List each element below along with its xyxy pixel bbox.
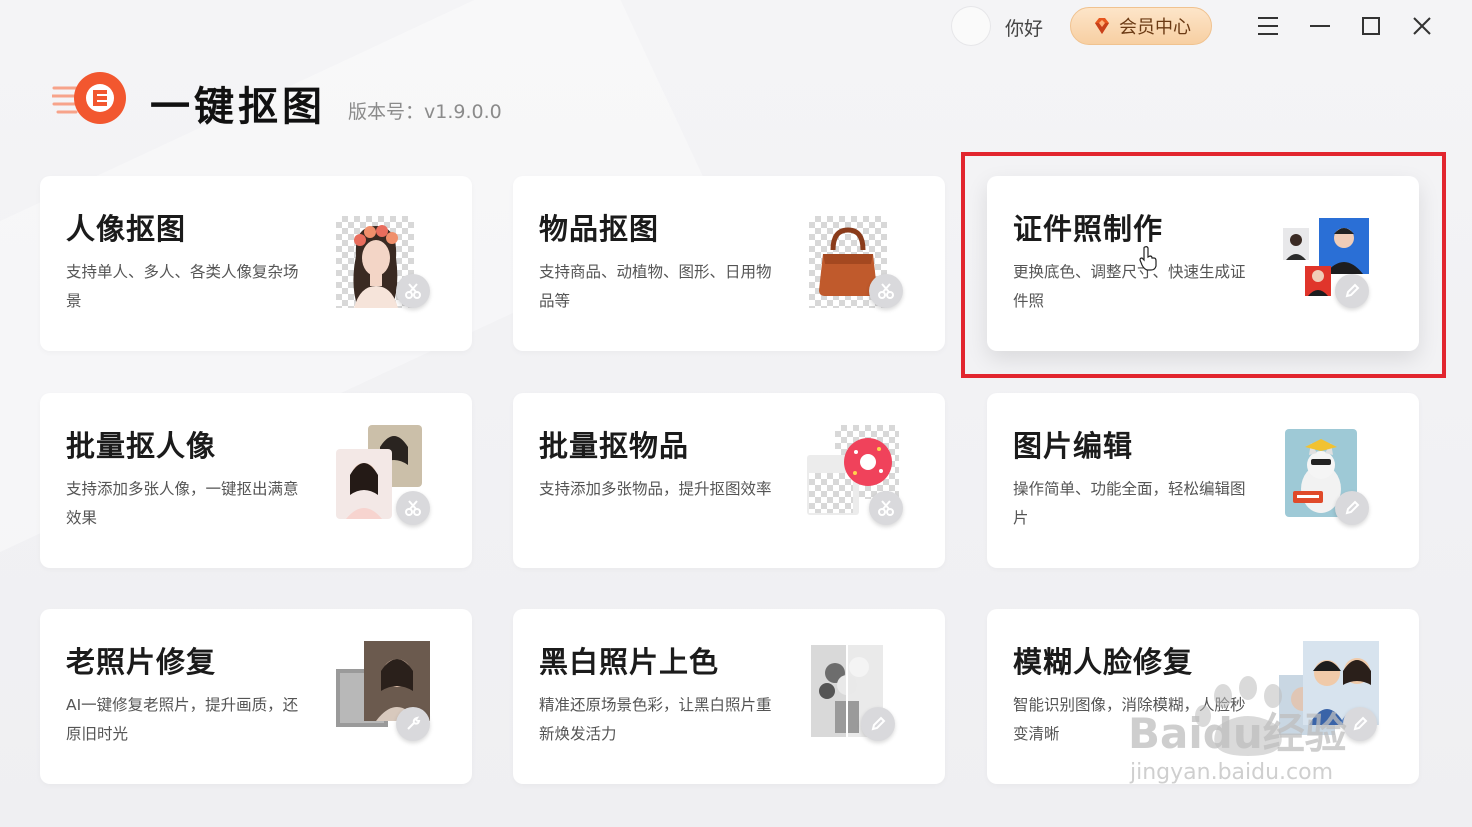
watermark-brand: Baidu经验 [1128, 709, 1347, 758]
card-title: 黑白照片上色 [539, 645, 720, 679]
id-photo-icon [1279, 212, 1389, 322]
user-greeting[interactable]: 你好 [1005, 14, 1043, 41]
maximize-icon [1362, 17, 1380, 35]
card-portrait-cutout[interactable]: 人像抠图 支持单人、多人、各类人像复杂场景 [40, 176, 472, 351]
menu-icon [1258, 17, 1278, 35]
card-title: 人像抠图 [66, 212, 187, 246]
image-edit-icon [1279, 429, 1389, 539]
card-batch-object[interactable]: 批量抠物品 支持添加多张物品，提升抠图效率 [513, 393, 945, 568]
card-colorize[interactable]: 黑白照片上色 精准还原场景色彩，让黑白照片重新焕发活力 [513, 609, 945, 784]
card-title: 批量抠物品 [539, 429, 690, 463]
app-window: 你好 会员中心 一键抠图 版本号：v1.9.0.0 人像抠图 支持单人、多人、各… [0, 0, 1472, 827]
card-object-cutout[interactable]: 物品抠图 支持商品、动植物、图形、日用物品等 [513, 176, 945, 351]
card-batch-portrait[interactable]: 批量抠人像 支持添加多张人像，一键抠出满意效果 [40, 393, 472, 568]
pencil-icon [861, 707, 895, 741]
object-cutout-icon [805, 212, 915, 322]
close-icon [1413, 17, 1431, 35]
card-title: 图片编辑 [1013, 429, 1134, 463]
card-description: AI一键修复老照片，提升画质，还原旧时光 [66, 696, 299, 743]
card-image-edit[interactable]: 图片编辑 操作简单、功能全面，轻松编辑图片 [987, 393, 1419, 568]
card-old-photo-repair[interactable]: 老照片修复 AI一键修复老照片，提升画质，还原旧时光 [40, 609, 472, 784]
watermark-url: jingyan.baidu.com [1130, 760, 1334, 785]
close-button[interactable] [1404, 8, 1440, 44]
maximize-button[interactable] [1353, 8, 1389, 44]
minimize-button[interactable] [1302, 8, 1338, 44]
pencil-icon [1335, 491, 1369, 525]
vip-center-label: 会员中心 [1119, 17, 1191, 38]
colorize-icon [805, 645, 915, 755]
batch-portrait-icon [332, 425, 442, 539]
card-title: 模糊人脸修复 [1013, 645, 1194, 679]
app-version: 版本号：v1.9.0.0 [348, 101, 502, 123]
wrench-icon [396, 707, 430, 741]
card-title: 批量抠人像 [66, 429, 217, 463]
pencil-icon [1335, 274, 1369, 308]
card-title: 老照片修复 [66, 645, 217, 679]
card-description: 支持添加多张物品，提升抠图效率 [539, 480, 772, 498]
app-logo [50, 70, 132, 126]
menu-button[interactable] [1250, 8, 1286, 44]
card-id-photo[interactable]: 证件照制作 更换底色、调整尺寸、快速生成证件照 [987, 176, 1419, 351]
card-description: 精准还原场景色彩，让黑白照片重新焕发活力 [539, 696, 772, 743]
card-description: 支持添加多张人像，一键抠出满意效果 [66, 480, 299, 527]
diamond-icon [1091, 15, 1113, 37]
minimize-icon [1310, 25, 1330, 27]
vip-center-button[interactable]: 会员中心 [1070, 7, 1212, 45]
hand-cursor-icon [1139, 246, 1157, 271]
card-title: 证件照制作 [1013, 212, 1164, 246]
card-description: 支持单人、多人、各类人像复杂场景 [66, 263, 299, 310]
scissors-icon [869, 274, 903, 308]
portrait-cutout-icon [332, 212, 442, 322]
batch-object-icon [805, 425, 915, 539]
card-description: 更换底色、调整尺寸、快速生成证件照 [1013, 263, 1246, 310]
scissors-icon [869, 491, 903, 525]
card-description: 支持商品、动植物、图形、日用物品等 [539, 263, 772, 310]
card-title: 物品抠图 [539, 212, 660, 246]
scissors-icon [396, 274, 430, 308]
user-avatar[interactable] [951, 6, 991, 46]
old-photo-repair-icon [332, 641, 442, 755]
title-bar: 你好 会员中心 [0, 0, 1472, 52]
app-name: 一键抠图 [150, 84, 326, 130]
scissors-icon [396, 491, 430, 525]
pencil-icon [1343, 707, 1377, 741]
card-description: 操作简单、功能全面，轻松编辑图片 [1013, 480, 1246, 527]
